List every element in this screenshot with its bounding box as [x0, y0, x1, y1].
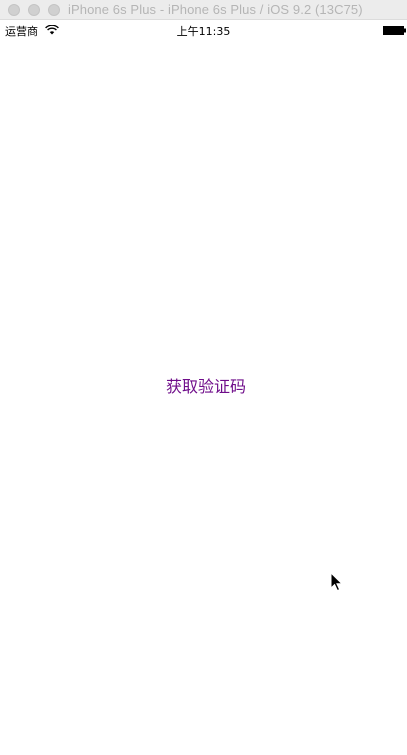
ios-status-bar: 运营商 上午11:35: [0, 20, 407, 40]
battery-icon: [383, 26, 406, 35]
window-titlebar: iPhone 6s Plus - iPhone 6s Plus / iOS 9.…: [0, 0, 407, 20]
zoom-window-button[interactable]: [48, 4, 60, 16]
app-content: 获取验证码: [0, 40, 407, 755]
status-time: 上午11:35: [176, 25, 231, 38]
minimize-window-button[interactable]: [28, 4, 40, 16]
mouse-pointer-icon: [330, 572, 344, 592]
close-window-button[interactable]: [8, 4, 20, 16]
window-title: iPhone 6s Plus - iPhone 6s Plus / iOS 9.…: [68, 2, 363, 17]
simulator-window: iPhone 6s Plus - iPhone 6s Plus / iOS 9.…: [0, 0, 407, 755]
get-verification-code-button[interactable]: 获取验证码: [153, 373, 259, 403]
